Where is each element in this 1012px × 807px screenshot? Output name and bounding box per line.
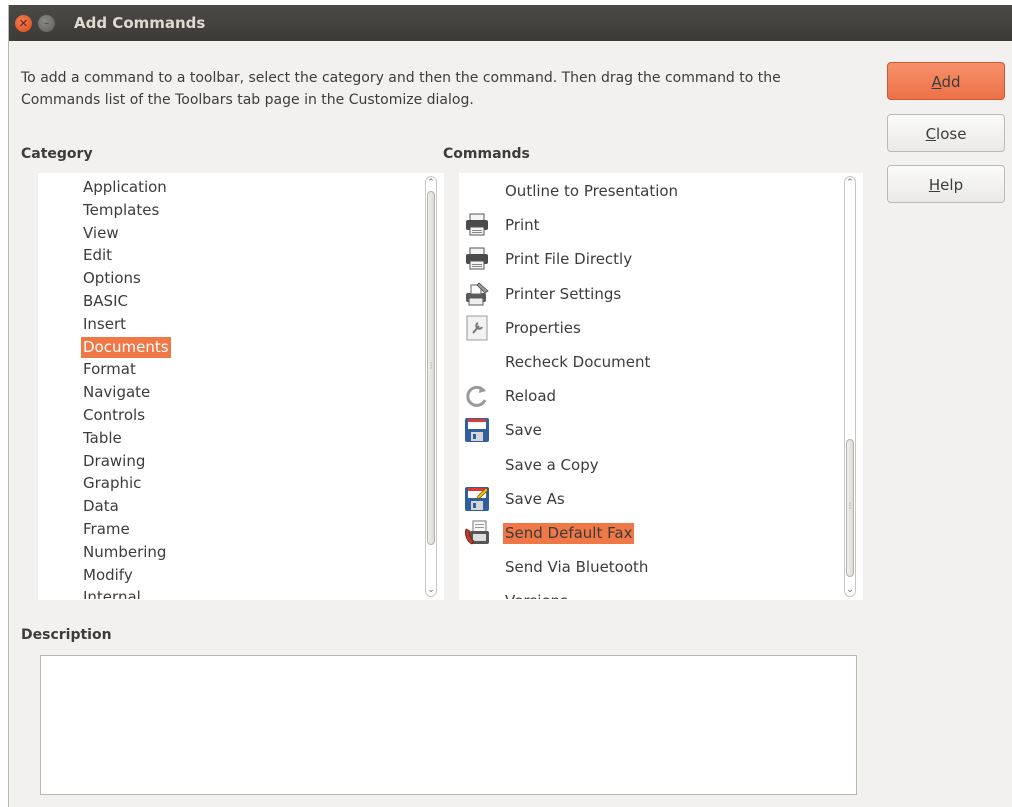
category-label: Category: [21, 146, 93, 162]
category-item[interactable]: Insert: [81, 314, 128, 335]
description-box: [40, 655, 857, 795]
close-button[interactable]: Close: [887, 114, 1005, 152]
category-item[interactable]: Numbering: [81, 542, 168, 563]
category-item[interactable]: View: [81, 223, 121, 244]
command-item[interactable]: Save a Copy: [460, 450, 840, 480]
command-item[interactable]: Save As: [460, 484, 840, 514]
command-label: Send Default Fax: [503, 523, 635, 544]
scroll-up-arrow-icon[interactable]: ⌃: [426, 177, 436, 189]
category-item[interactable]: Drawing: [81, 451, 147, 472]
printer-icon: [464, 246, 490, 272]
commands-scrollbar[interactable]: ⌃ ⁝ ⌄: [841, 174, 859, 599]
command-item[interactable]: Send Default Fax: [460, 518, 840, 548]
title-bar: ✕ – Add Commands: [9, 5, 1012, 41]
category-item[interactable]: Format: [81, 359, 138, 380]
category-item[interactable]: BASIC: [81, 291, 130, 312]
category-item[interactable]: Table: [81, 428, 124, 449]
command-label: Save: [505, 421, 542, 440]
command-item[interactable]: Properties: [460, 313, 840, 343]
properties-icon: [464, 315, 490, 341]
commands-scroll-thumb[interactable]: ⁝: [846, 439, 854, 577]
category-list[interactable]: Application Templates View Edit Options BASIC…: [38, 173, 444, 600]
command-label: Print: [505, 216, 540, 235]
command-label: Outline to Presentation: [505, 182, 679, 200]
category-item[interactable]: Options: [81, 268, 143, 289]
reload-icon: [464, 383, 490, 409]
scroll-down-arrow-icon[interactable]: ⌄: [845, 584, 855, 596]
scroll-down-arrow-icon[interactable]: ⌄: [426, 584, 436, 596]
printer-settings-icon: [464, 281, 490, 307]
grip-icon: ⁝: [429, 361, 433, 372]
category-item[interactable]: Navigate: [81, 382, 152, 403]
grip-icon: ⁝: [848, 501, 852, 512]
description-label: Description: [21, 627, 112, 643]
commands-label: Commands: [443, 146, 530, 162]
category-item[interactable]: Documents: [81, 336, 171, 358]
category-item[interactable]: Frame: [81, 519, 132, 540]
window-title: Add Commands: [74, 14, 206, 32]
command-item[interactable]: Save: [460, 415, 840, 445]
help-button[interactable]: Help: [887, 165, 1005, 203]
add-button[interactable]: Add: [887, 62, 1005, 100]
command-label: Print File Directly: [505, 250, 633, 269]
category-item[interactable]: Data: [81, 496, 121, 517]
command-label: Reload: [505, 387, 557, 406]
category-item[interactable]: Edit: [81, 245, 114, 266]
category-item[interactable]: Application: [81, 177, 169, 198]
instruction-text: To add a command to a toolbar, select th…: [21, 70, 781, 108]
category-item[interactable]: Graphic: [81, 473, 143, 494]
command-item[interactable]: Recheck Document: [460, 347, 840, 377]
command-label: Save As: [505, 489, 565, 508]
command-item[interactable]: Print: [460, 210, 840, 240]
command-item[interactable]: Reload: [460, 381, 840, 411]
command-label: Recheck Document: [505, 353, 651, 371]
fax-icon: [464, 520, 490, 546]
command-label: Printer Settings: [505, 284, 622, 303]
command-label: Properties: [505, 318, 581, 337]
category-item[interactable]: Templates: [81, 200, 161, 221]
category-scroll-thumb[interactable]: ⁝: [427, 191, 435, 545]
command-item[interactable]: Print File Directly: [460, 244, 840, 274]
commands-list[interactable]: Outline to Presentation Print Print File D…: [459, 173, 863, 600]
command-label: Versions: [503, 591, 570, 599]
category-scrollbar[interactable]: ⌃ ⁝ ⌄: [422, 174, 440, 599]
command-item[interactable]: Versions: [460, 586, 840, 599]
save-icon: [464, 417, 490, 443]
save-as-icon: [464, 486, 490, 512]
window-close-icon[interactable]: ✕: [15, 15, 32, 32]
category-item[interactable]: Controls: [81, 405, 147, 426]
category-item[interactable]: Internal: [81, 587, 143, 599]
command-label: Save a Copy: [505, 455, 599, 474]
printer-icon: [464, 212, 490, 238]
add-commands-dialog: ✕ – Add Commands To add a command to a t…: [8, 5, 1012, 807]
command-item[interactable]: Outline to Presentation: [460, 176, 840, 206]
window-minimize-icon[interactable]: –: [38, 15, 55, 32]
command-item[interactable]: Printer Settings: [460, 279, 840, 309]
command-label: Send Via Bluetooth: [505, 558, 649, 577]
scroll-up-arrow-icon[interactable]: ⌃: [845, 177, 855, 189]
category-item[interactable]: Modify: [81, 565, 135, 586]
command-item[interactable]: Send Via Bluetooth: [460, 552, 840, 582]
